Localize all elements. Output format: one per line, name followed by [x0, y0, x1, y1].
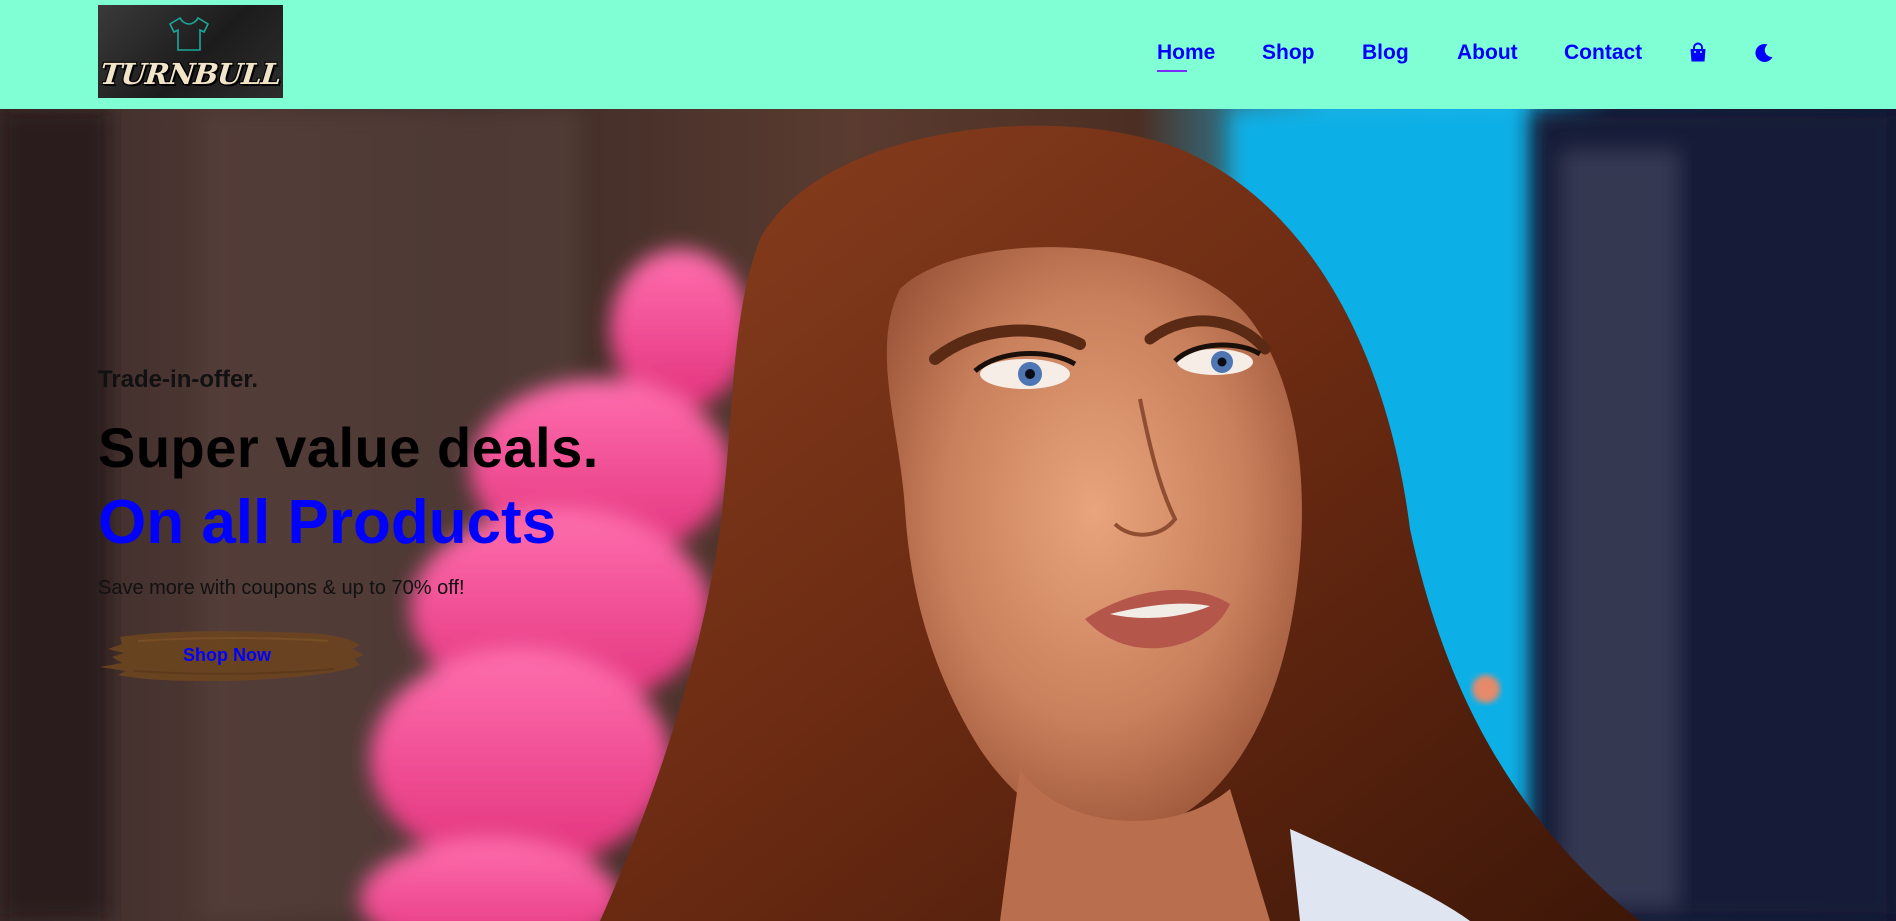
nav-link-home[interactable]: Home [1157, 41, 1215, 72]
hero-eyebrow: Trade-in-offer. [98, 366, 259, 393]
shop-now-button[interactable]: Shop Now [98, 625, 366, 687]
hero-banner: Trade-in-offer. Super value deals. On al… [0, 109, 1896, 921]
hero-headline: Super value deals. [98, 416, 599, 479]
nav-link-contact[interactable]: Contact [1564, 41, 1642, 65]
hero-subtext: Save more with coupons & up to 70% off! [98, 577, 465, 599]
main-nav: Home Shop Blog About Contact [0, 0, 1896, 109]
hero-headline-accent: On all Products [98, 488, 557, 557]
site-header: TURNBULL Home Shop Blog About Contact [0, 0, 1896, 109]
shop-now-label: Shop Now [183, 645, 271, 665]
shopping-bag-icon[interactable] [1687, 42, 1709, 64]
nav-link-shop[interactable]: Shop [1262, 41, 1315, 65]
nav-link-about[interactable]: About [1457, 41, 1518, 65]
moon-icon[interactable] [1753, 42, 1775, 64]
nav-link-blog[interactable]: Blog [1362, 41, 1409, 65]
